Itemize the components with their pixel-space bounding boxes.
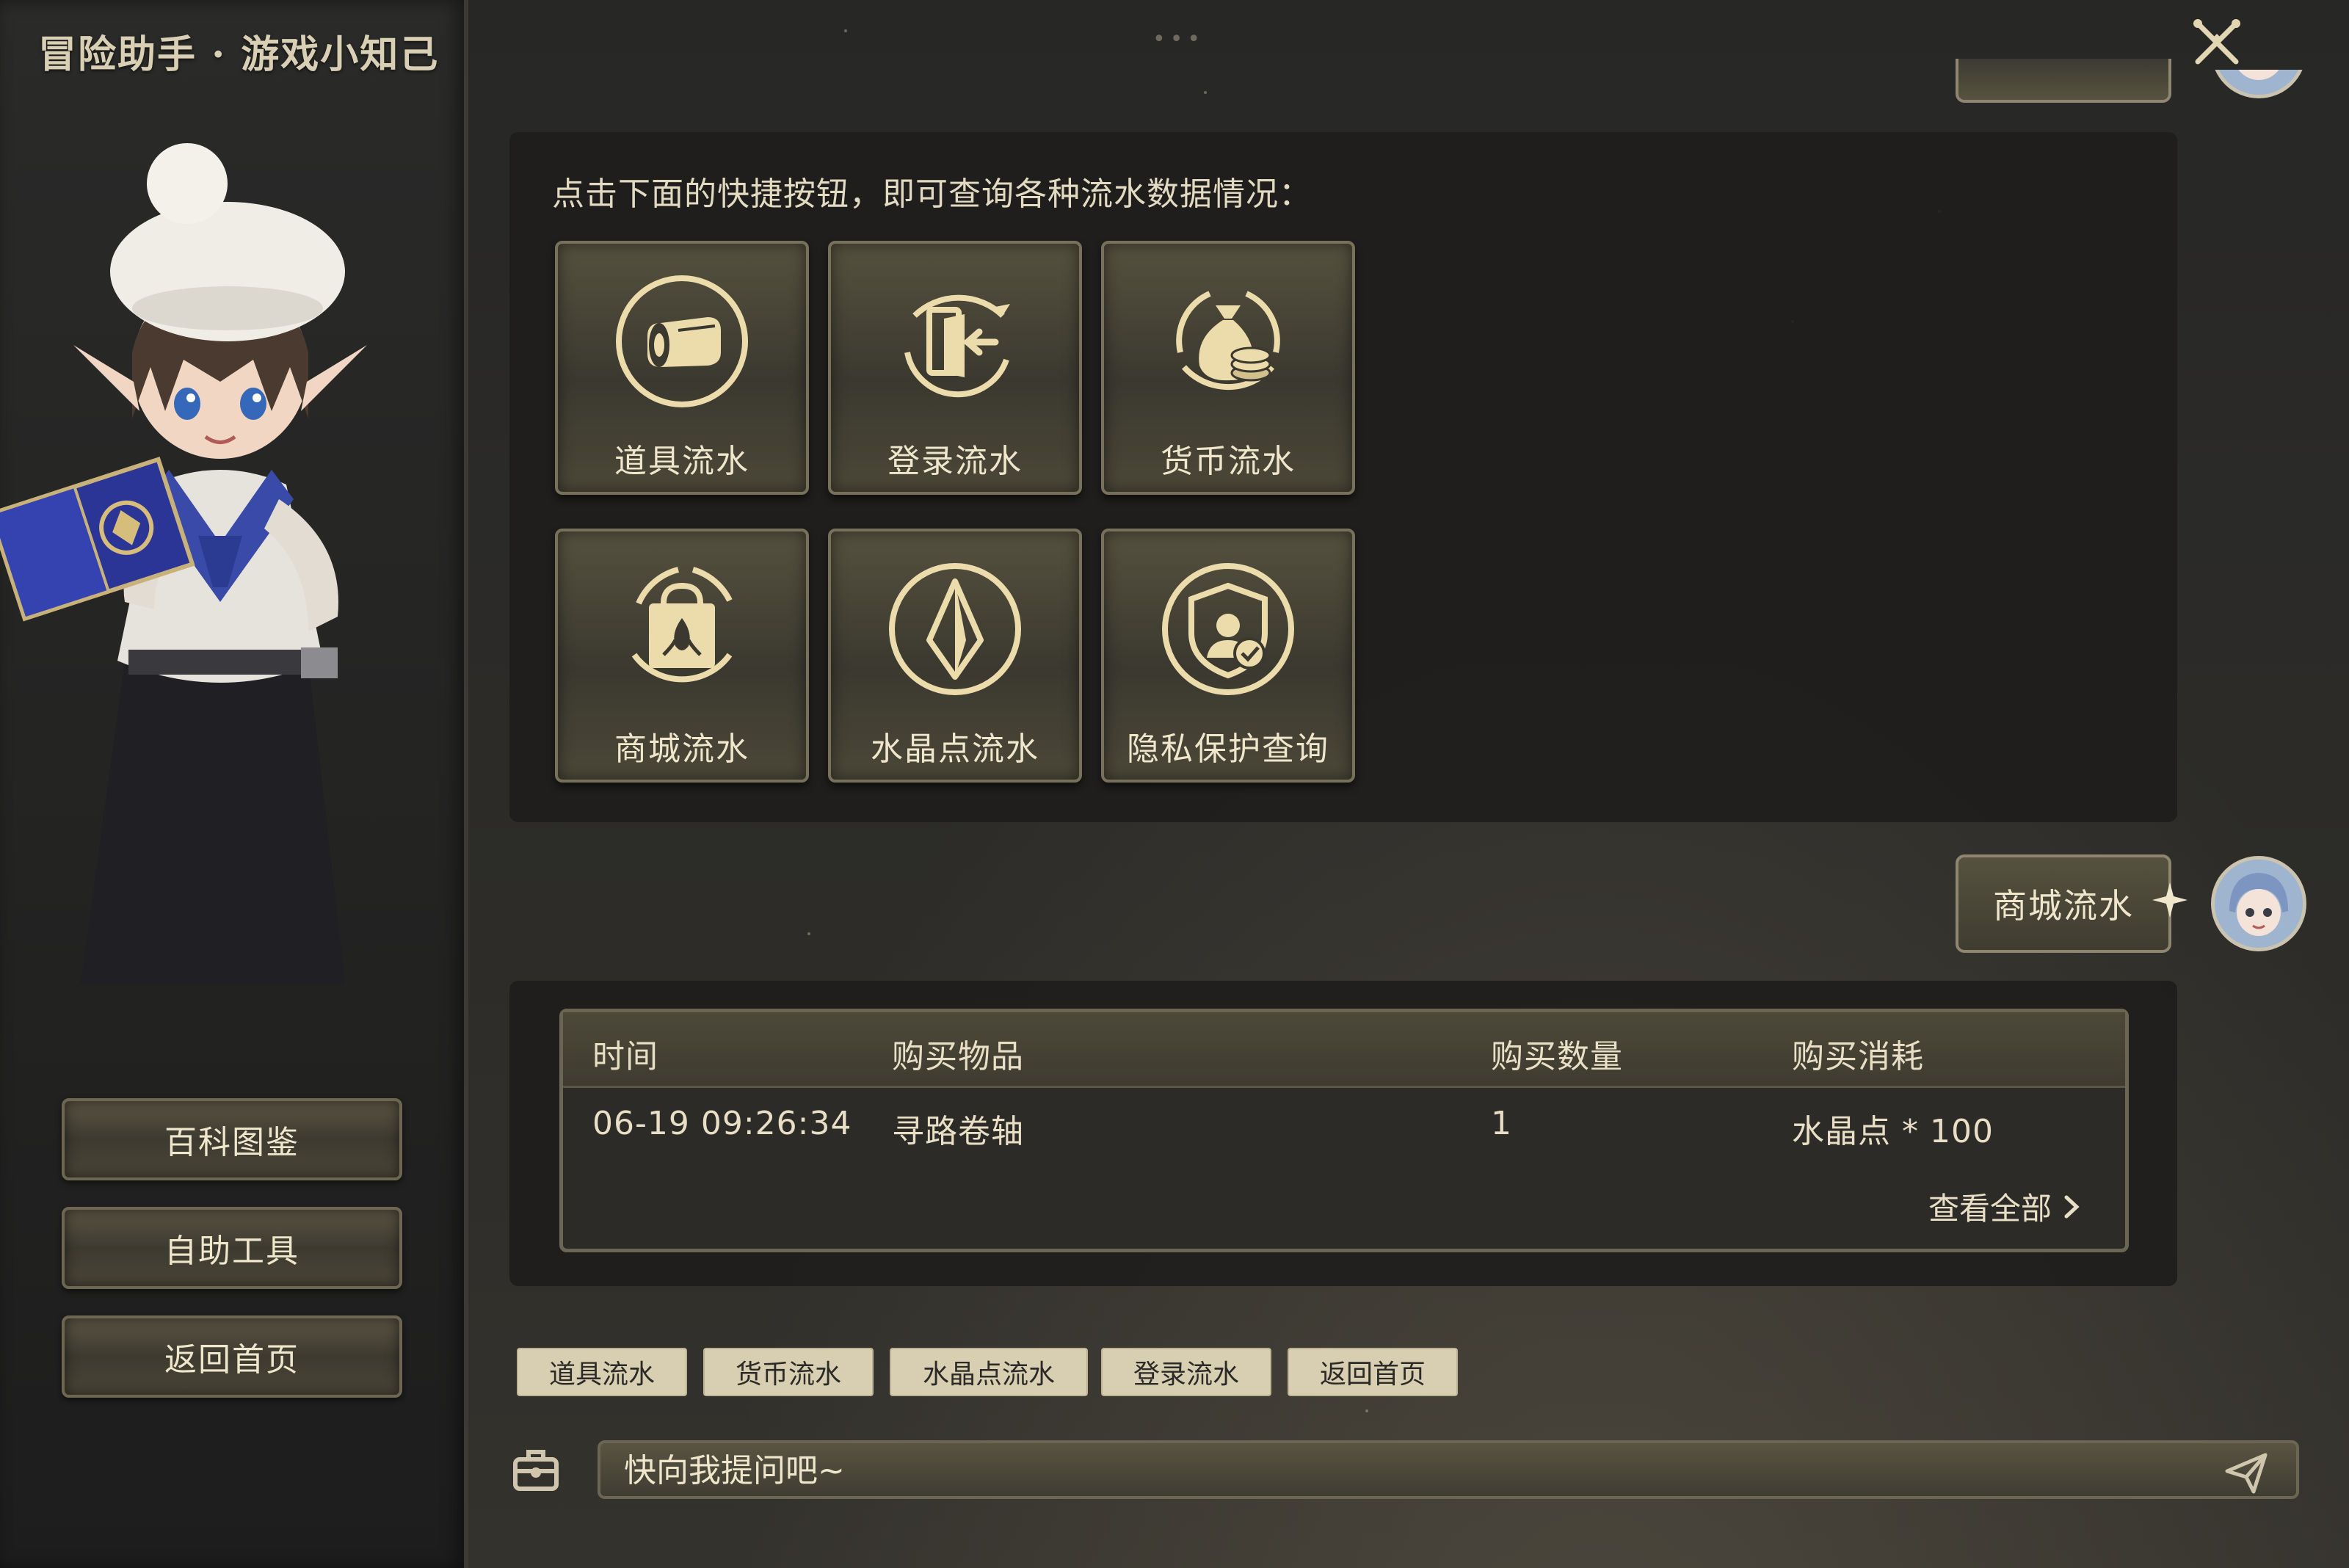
cell-time: 06-19 09:26:34 xyxy=(592,1105,852,1142)
tile-currency-flow[interactable]: 货币流水 xyxy=(1101,241,1355,495)
chip-crystal-flow[interactable]: 水晶点流水 xyxy=(890,1348,1088,1396)
chevron-right-icon xyxy=(2064,1195,2080,1218)
tile-item-flow[interactable]: 道具流水 xyxy=(555,241,809,495)
tile-label: 隐私保护查询 xyxy=(1127,730,1329,768)
tile-login-flow[interactable]: 登录流水 xyxy=(828,241,1082,495)
toolbox-icon[interactable] xyxy=(509,1443,562,1496)
cell-cost: 水晶点 * 100 xyxy=(1792,1113,1994,1150)
column-header: 购买数量 xyxy=(1491,1038,1623,1075)
shopping-bag-icon xyxy=(631,567,733,683)
sidebar-self-service-button[interactable]: 自助工具 xyxy=(62,1207,402,1289)
tile-mall-flow[interactable]: 商城流水 xyxy=(555,529,809,783)
chat-input[interactable] xyxy=(622,1449,2167,1492)
tile-crystal-flow[interactable]: 水晶点流水 xyxy=(828,529,1082,783)
tile-label: 登录流水 xyxy=(887,443,1023,480)
tile-label: 货币流水 xyxy=(1161,443,1296,480)
sparkle-icon xyxy=(2152,882,2188,918)
mall-flow-result-card: 时间 购买物品 购买数量 购买消耗 06-19 09:26:34 寻路卷轴 1 … xyxy=(509,981,2177,1286)
sidebar-encyclopedia-button[interactable]: 百科图鉴 xyxy=(62,1098,402,1180)
chip-login-flow[interactable]: 登录流水 xyxy=(1101,1348,1271,1396)
chip-currency-flow[interactable]: 货币流水 xyxy=(703,1348,874,1396)
more-dots[interactable]: ••• xyxy=(1152,26,1205,52)
login-icon xyxy=(904,294,1010,398)
quick-query-intro: 点击下面的快捷按钮，即可查询各种流水数据情况： xyxy=(552,175,1312,213)
column-header: 购买物品 xyxy=(892,1038,1024,1075)
quick-query-card: 点击下面的快捷按钮，即可查询各种流水数据情况： 道具流水 登录流水 货币流水 商… xyxy=(509,132,2177,822)
crystal-icon xyxy=(889,563,1021,695)
table-header: 时间 购买物品 购买数量 购买消耗 xyxy=(563,1012,2125,1088)
close-icon[interactable] xyxy=(2188,13,2246,72)
cell-item: 寻路卷轴 xyxy=(892,1113,1024,1150)
previous-message-bubble xyxy=(1956,59,2171,103)
cell-quantity: 1 xyxy=(1491,1105,1512,1142)
chat-input-bar xyxy=(598,1440,2299,1499)
tile-label: 商城流水 xyxy=(614,730,749,768)
view-all-link[interactable]: 查看全部 xyxy=(1928,1184,2080,1229)
send-icon[interactable] xyxy=(2223,1449,2270,1496)
tile-label: 道具流水 xyxy=(614,443,749,480)
chip-item-flow[interactable]: 道具流水 xyxy=(517,1348,687,1396)
view-all-label: 查看全部 xyxy=(1928,1191,2052,1227)
sidebar-home-button[interactable]: 返回首页 xyxy=(62,1315,402,1398)
tile-label: 水晶点流水 xyxy=(871,730,1039,768)
tile-privacy-query[interactable]: 隐私保护查询 xyxy=(1101,529,1355,783)
money-bag-icon xyxy=(1176,291,1280,391)
character-illustration xyxy=(0,143,367,984)
user-avatar xyxy=(2211,856,2306,951)
scroll-icon xyxy=(616,275,748,407)
column-header: 时间 xyxy=(592,1038,658,1075)
column-header: 购买消耗 xyxy=(1792,1038,1924,1075)
chip-home[interactable]: 返回首页 xyxy=(1288,1348,1458,1396)
result-table: 时间 购买物品 购买数量 购买消耗 06-19 09:26:34 寻路卷轴 1 … xyxy=(559,1009,2129,1252)
sidebar: 冒险助手 · 游戏小知己 百科图鉴 自助工具 返回首页 xyxy=(0,0,468,1568)
user-message-bubble: 商城流水 xyxy=(1956,854,2171,953)
privacy-shield-icon xyxy=(1162,563,1294,695)
app-title: 冒险助手 · 游戏小知己 xyxy=(38,32,440,77)
